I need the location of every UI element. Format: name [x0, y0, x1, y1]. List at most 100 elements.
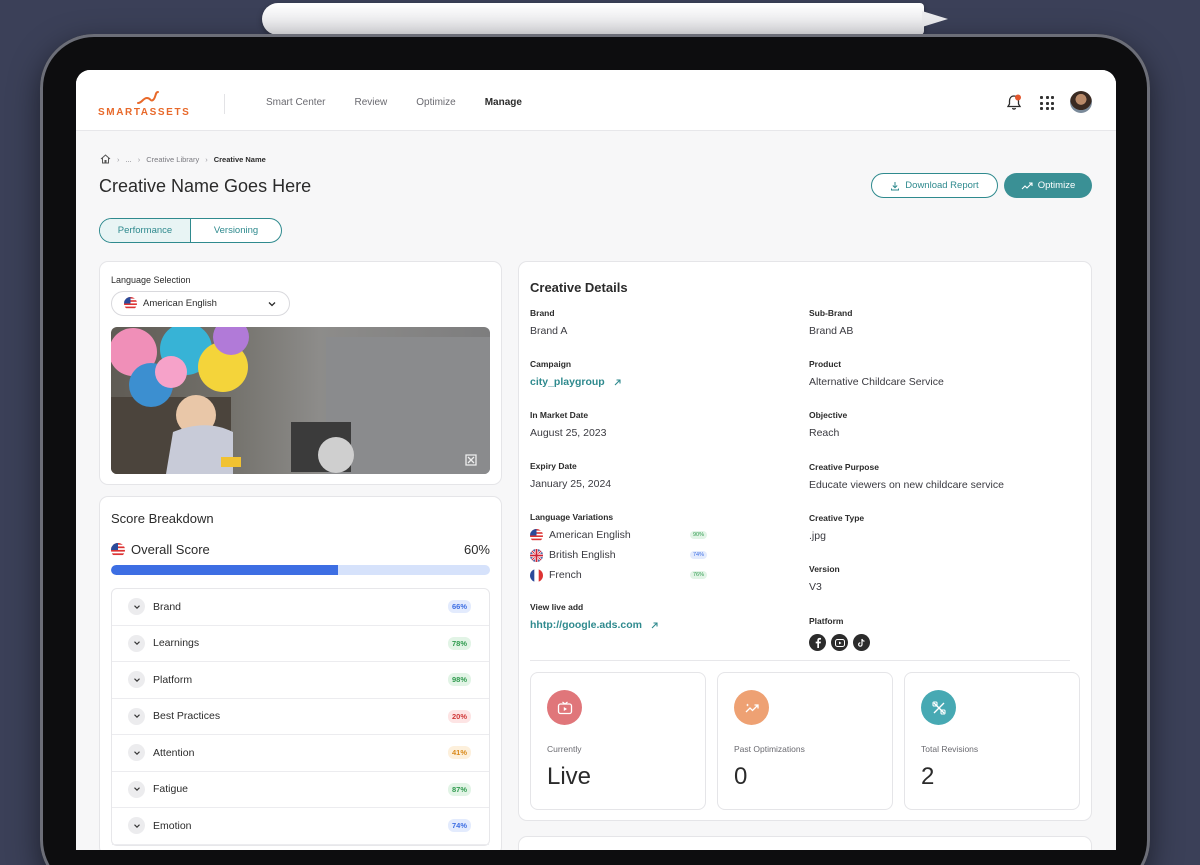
- field-label: Campaign: [530, 359, 572, 369]
- language-card: Language Selection American English: [99, 261, 502, 485]
- language-variation-american-english: American English 90%: [530, 525, 708, 545]
- score-row-brand[interactable]: Brand 66%: [112, 589, 489, 626]
- nav-review[interactable]: Review: [354, 97, 387, 108]
- score-row-label: Attention: [153, 746, 195, 759]
- field-view-live-ad: View live add hhtp://google.ads.com: [530, 602, 659, 631]
- field-objective: Objective Reach: [809, 410, 847, 439]
- field-label: Creative Purpose: [809, 462, 879, 472]
- nav-smart-center[interactable]: Smart Center: [266, 97, 325, 108]
- us-flag-icon: [530, 528, 543, 542]
- score-row-emotion[interactable]: Emotion 74%: [112, 808, 489, 845]
- stat-label: Total Revisions: [921, 744, 979, 754]
- overall-score-value: 60%: [463, 542, 490, 557]
- score-row-attention[interactable]: Attention 41%: [112, 735, 489, 772]
- nav-optimize[interactable]: Optimize: [416, 97, 455, 108]
- score-breakdown-card: Score Breakdown Overall Score 60% Brand 6…: [99, 496, 502, 850]
- language-selection-label: Language Selection: [111, 275, 191, 285]
- download-report-label: Download Report: [905, 180, 979, 191]
- field-in-market-date: In Market Date August 25, 2023: [530, 410, 606, 439]
- score-row-fatigue[interactable]: Fatigue 87%: [112, 772, 489, 808]
- chevron-down-icon[interactable]: [128, 780, 145, 798]
- field-language-variations: Language Variations American English 90%…: [530, 512, 708, 585]
- language-variation-label: American English: [549, 529, 631, 541]
- field-campaign: Campaign city_playgroup: [530, 359, 622, 388]
- chevron-down-icon[interactable]: [128, 817, 145, 835]
- details-divider: [530, 660, 1070, 661]
- field-label: Sub-Brand: [809, 308, 853, 318]
- download-report-button[interactable]: Download Report: [871, 173, 998, 198]
- campaign-link-text: city_playgroup: [530, 376, 605, 388]
- score-row-label: Learnings: [153, 637, 200, 650]
- bell-icon[interactable]: [1006, 94, 1022, 111]
- field-label: Product: [809, 359, 842, 369]
- us-flag-icon: [111, 542, 125, 557]
- top-navbar: SMARTASSETS Smart Center Review Optimize…: [76, 70, 1116, 131]
- score-row-label: Fatigue: [153, 783, 189, 796]
- chevron-down-icon[interactable]: [128, 634, 145, 652]
- language-variation-badge: 76%: [690, 571, 708, 579]
- stylus: [262, 3, 948, 35]
- creative-preview-image[interactable]: [111, 327, 490, 474]
- field-creative-type: Creative Type .jpg: [809, 513, 864, 542]
- logo[interactable]: SMARTASSETS: [98, 88, 198, 118]
- field-label: Objective: [809, 410, 848, 420]
- score-breakdown-title: Score Breakdown: [111, 511, 214, 526]
- field-creative-purpose: Creative Purpose Educate viewers on new …: [809, 462, 1004, 491]
- score-row-best-practices[interactable]: Best Practices 20%: [112, 699, 489, 735]
- youtube-icon[interactable]: [831, 634, 848, 651]
- breadcrumb-chevron-icon: ›: [137, 154, 141, 164]
- score-badge: 41%: [447, 746, 471, 760]
- language-variation-label: French: [549, 569, 582, 581]
- breadcrumb-ellipsis[interactable]: ...: [126, 155, 132, 164]
- optimize-label: Optimize: [1037, 180, 1076, 191]
- trend-sparkle-icon: [734, 690, 769, 725]
- field-value: Reach: [809, 427, 840, 439]
- field-product: Product Alternative Childcare Service: [809, 359, 944, 388]
- user-avatar[interactable]: [1070, 91, 1092, 113]
- logo-swirl-icon: [137, 91, 159, 104]
- live-ad-link[interactable]: hhtp://google.ads.com: [530, 619, 659, 631]
- field-sub-brand: Sub-Brand Brand AB: [809, 308, 853, 337]
- breadcrumb-creative-library[interactable]: Creative Library: [146, 155, 199, 164]
- tiktok-icon[interactable]: [853, 634, 870, 651]
- chevron-down-icon[interactable]: [128, 744, 145, 762]
- facebook-icon[interactable]: [809, 634, 826, 651]
- page-title: Creative Name Goes Here: [99, 176, 312, 196]
- field-value: January 25, 2024: [530, 478, 612, 490]
- chevron-down-icon[interactable]: [128, 707, 145, 725]
- language-select[interactable]: American English: [111, 291, 290, 316]
- field-label: Language Variations: [530, 512, 614, 522]
- language-variation-french: French 76%: [530, 565, 708, 585]
- score-badge: 78%: [447, 636, 471, 650]
- score-row-learnings[interactable]: Learnings 78%: [112, 626, 489, 662]
- tools-icon: [921, 690, 956, 725]
- stat-value: 0: [734, 763, 748, 790]
- language-select-value: American English: [143, 298, 217, 309]
- nav-manage[interactable]: Manage: [485, 97, 522, 108]
- nav-divider: [224, 94, 225, 114]
- campaign-link[interactable]: city_playgroup: [530, 376, 622, 388]
- tab-versioning[interactable]: Versioning: [191, 219, 281, 242]
- field-brand: Brand Brand A: [530, 308, 567, 337]
- app-screen: SMARTASSETS Smart Center Review Optimize…: [76, 70, 1116, 850]
- stat-value: 2: [921, 763, 935, 790]
- language-variation-badge: 90%: [690, 531, 708, 539]
- apps-grid-icon[interactable]: [1040, 96, 1054, 110]
- overall-score-bar-fill: [111, 565, 339, 575]
- optimize-button[interactable]: Optimize: [1004, 173, 1092, 198]
- field-label: Version: [809, 564, 840, 574]
- chevron-down-icon: [268, 302, 276, 307]
- home-icon[interactable]: [100, 154, 111, 164]
- language-variation-list: American English 90% British English 74%…: [530, 525, 708, 585]
- breadcrumb-chevron-icon: ›: [117, 154, 120, 164]
- field-value: V3: [809, 581, 822, 593]
- overall-score: Overall Score 60%: [111, 542, 490, 557]
- chevron-down-icon[interactable]: [128, 598, 145, 616]
- score-rows: Brand 66% Learnings 78% Platform 98% Best P…: [111, 588, 490, 846]
- score-row-platform[interactable]: Platform 98%: [112, 662, 489, 699]
- field-value: Brand A: [530, 325, 568, 337]
- field-label: Brand: [530, 308, 555, 318]
- creative-details-title: Creative Details: [530, 280, 628, 295]
- tab-performance[interactable]: Performance: [100, 219, 191, 242]
- chevron-down-icon[interactable]: [128, 671, 145, 689]
